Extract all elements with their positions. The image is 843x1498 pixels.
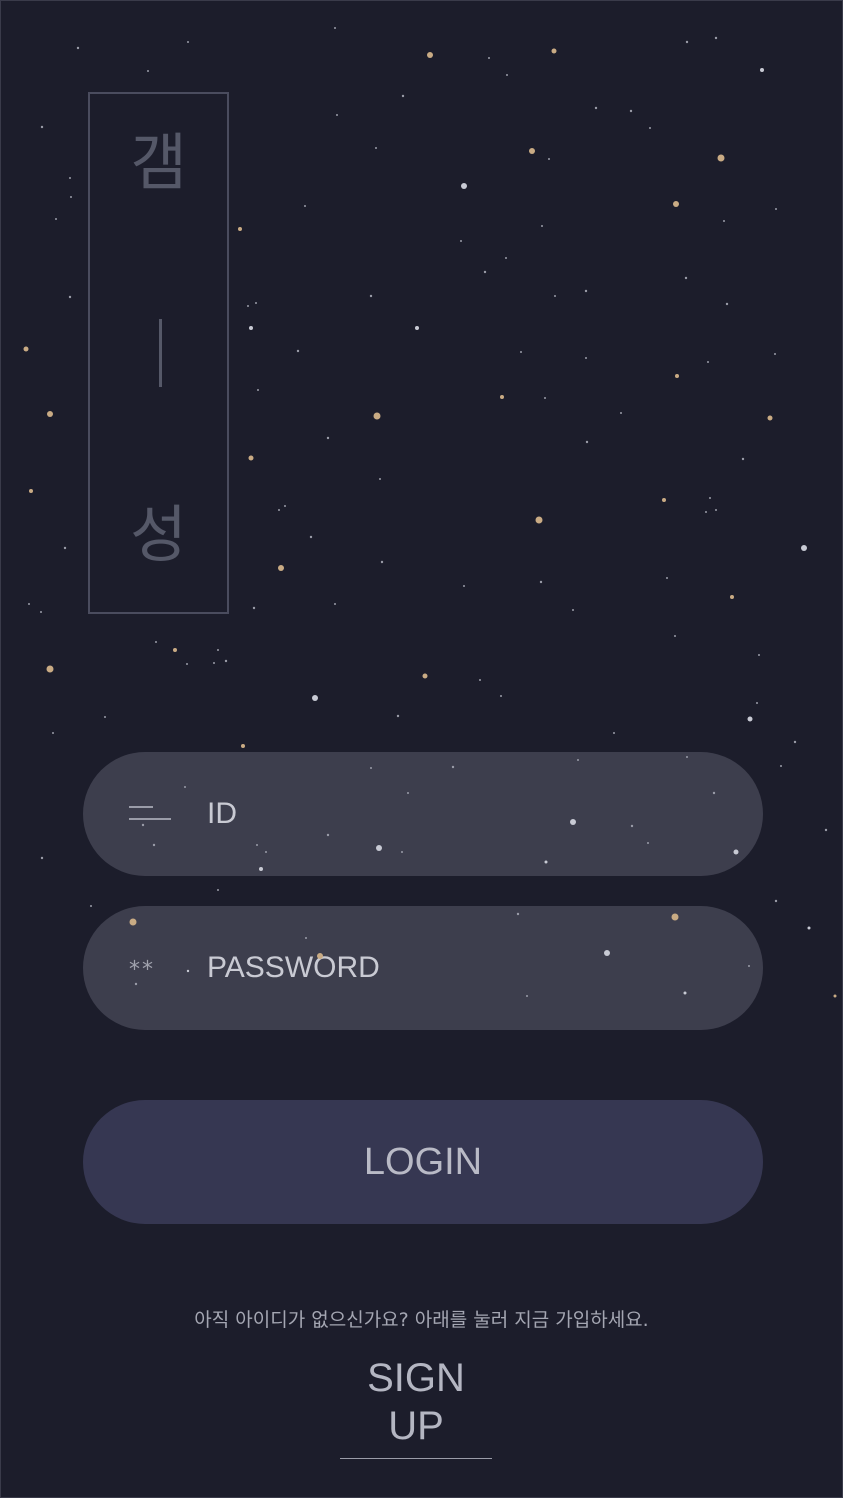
logo-divider-line [159,319,162,387]
signup-hint-text: 아직 아이디가 없으신가요? 아래를 눌러 지금 가입하세요. [194,1309,649,1331]
id-lines-icon [129,806,171,822]
password-asterisk-icon: ** [129,957,155,983]
password-input[interactable] [207,906,707,1030]
logo-bottom-char: 성 [129,498,188,571]
id-input[interactable] [207,752,707,876]
signup-link[interactable]: SIGN UP [340,1354,492,1459]
logo-frame: 갬 성 [88,92,229,614]
password-field[interactable]: ** [83,906,763,1030]
id-field[interactable] [83,752,763,876]
login-button[interactable]: LOGIN [83,1100,763,1224]
logo-top-char: 갬 [129,126,188,199]
